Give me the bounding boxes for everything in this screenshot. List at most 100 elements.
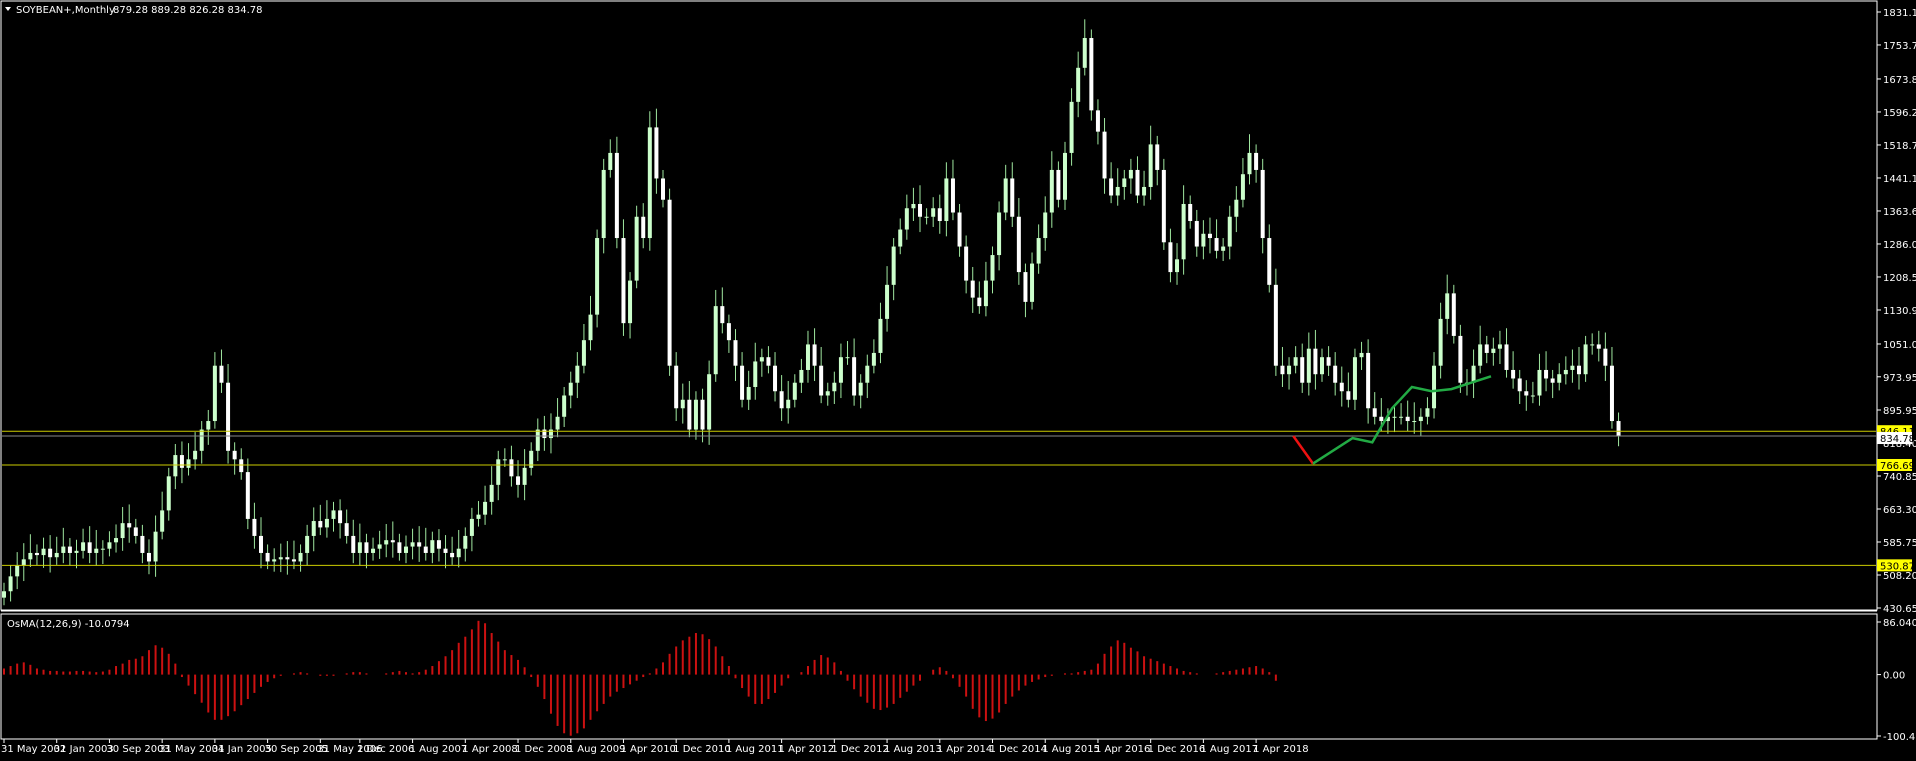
- candle-body: [1148, 144, 1153, 187]
- candle-body: [1425, 408, 1430, 417]
- y-tick-label: 1208.50: [1883, 273, 1916, 284]
- candle-body: [924, 216, 929, 218]
- candle-body: [1069, 101, 1074, 153]
- candle-body: [601, 169, 606, 239]
- candle-body: [575, 365, 580, 383]
- candle: [667, 188, 672, 376]
- candle-body: [153, 531, 158, 562]
- osma-tick-label: 86.0406: [1883, 618, 1916, 629]
- candle-body: [707, 374, 712, 430]
- x-tick-label: 1 Aug 2007: [410, 744, 468, 755]
- osma-label: OsMA(12,26,9) -10.0794: [7, 619, 130, 630]
- candle-body: [186, 459, 191, 468]
- candle-body: [1497, 344, 1502, 349]
- candle: [1161, 158, 1166, 250]
- candle-body: [878, 318, 883, 353]
- candle-body: [1023, 272, 1028, 302]
- candle-body: [667, 199, 672, 366]
- candle-body: [371, 548, 376, 553]
- candle-body: [1082, 38, 1087, 68]
- candle-body: [726, 323, 731, 341]
- candle-body: [1175, 259, 1180, 273]
- candle-body: [1155, 144, 1160, 170]
- candle-body: [410, 542, 415, 547]
- candle-body: [1056, 169, 1061, 200]
- candle-body: [1537, 369, 1542, 396]
- candle-body: [1326, 357, 1331, 366]
- candle-body: [1530, 395, 1535, 397]
- candle-body: [456, 548, 461, 558]
- candle-body: [1287, 365, 1292, 375]
- candle-body: [1221, 246, 1226, 251]
- candle-body: [970, 280, 975, 298]
- candle-body: [1478, 344, 1483, 366]
- candle-body: [489, 484, 494, 502]
- x-tick-label: 1 Dec 2016: [1148, 744, 1206, 755]
- candle-body: [1550, 378, 1555, 383]
- candle-body: [206, 421, 211, 430]
- candle-body: [278, 557, 283, 560]
- candle-body: [700, 399, 705, 430]
- candle-body: [1254, 152, 1259, 170]
- candle-body: [832, 382, 837, 392]
- candle-body: [1049, 169, 1054, 213]
- candle-body: [331, 510, 336, 519]
- x-tick-label: 1 Aug 2013: [884, 744, 942, 755]
- candle-body: [1194, 221, 1199, 247]
- candle-body: [133, 527, 138, 536]
- candle-body: [259, 535, 264, 553]
- candle-body: [1524, 391, 1529, 396]
- candle-body: [265, 552, 270, 562]
- candle-body: [964, 246, 969, 281]
- candle-body: [423, 546, 428, 553]
- candle-body: [614, 152, 619, 239]
- candle-body: [81, 542, 86, 551]
- candle-body: [891, 246, 896, 285]
- candle-body: [1181, 203, 1186, 260]
- candle-body: [344, 523, 349, 536]
- candle-body: [1010, 178, 1015, 217]
- candle-body: [1313, 348, 1318, 375]
- candle-body: [1280, 365, 1285, 375]
- osma-tick-label: 0.00: [1883, 671, 1905, 682]
- candle-body: [568, 382, 573, 396]
- candle-body: [469, 518, 474, 536]
- candle-body: [1293, 357, 1298, 366]
- candle-body: [351, 535, 356, 553]
- candle-body: [232, 450, 237, 460]
- candle-body: [291, 559, 296, 562]
- candle-body: [911, 203, 916, 209]
- level-label: 766.69: [1880, 461, 1915, 472]
- candle-body: [1076, 67, 1081, 102]
- candle-body: [1043, 212, 1048, 239]
- candle: [1451, 284, 1456, 344]
- candle-body: [562, 395, 567, 417]
- x-tick-label: 1 Apr 2014: [937, 744, 992, 755]
- candle-body: [1445, 293, 1450, 319]
- y-tick-label: 1441.15: [1883, 174, 1916, 185]
- candle-body: [1089, 38, 1094, 111]
- candle-body: [146, 552, 151, 562]
- x-tick-label: 1 Dec 2010: [673, 744, 731, 755]
- candle-body: [377, 544, 382, 549]
- candle-body: [845, 357, 850, 359]
- candle-body: [871, 352, 876, 366]
- candle-body: [173, 455, 178, 477]
- x-tick-label: 31 Jan 2003: [54, 744, 114, 755]
- candle-body: [1320, 357, 1324, 375]
- x-tick-label: 1 Aug 2015: [1042, 744, 1100, 755]
- candle-body: [1300, 357, 1305, 383]
- candle-body: [581, 340, 586, 366]
- candle-body: [713, 306, 718, 375]
- candle-body: [1603, 348, 1608, 366]
- candle-body: [1616, 421, 1621, 437]
- candle-body: [812, 344, 817, 366]
- candle-body: [588, 314, 593, 341]
- candle-body: [120, 523, 125, 539]
- candle-body: [740, 365, 745, 400]
- candle-body: [2, 591, 6, 598]
- candle-body: [990, 255, 995, 281]
- candle-body: [1306, 348, 1311, 383]
- x-tick-label: 1 Dec 2008: [515, 744, 573, 755]
- candle-body: [100, 548, 105, 550]
